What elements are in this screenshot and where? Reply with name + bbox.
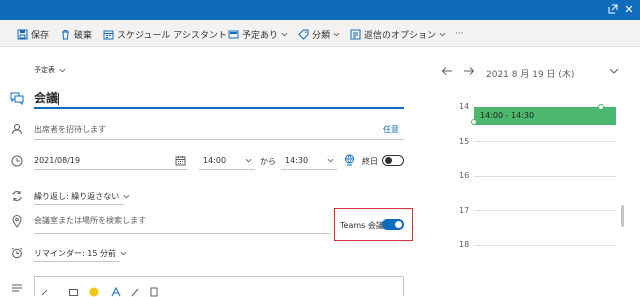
calendar-selector[interactable]: 予定表 (34, 65, 66, 75)
optional-attendees-link[interactable]: 任意 (383, 124, 399, 135)
reminder-dropdown[interactable]: リマインダー: 15 分前 (34, 248, 127, 259)
clock-icon (11, 155, 23, 167)
toolbar: 保存 破棄 スケジュール アシスタント 予定あり 分類 返信のオプション ··· (0, 20, 640, 47)
repeat-icon (12, 191, 22, 201)
chevron-down-icon (439, 32, 446, 36)
chevron-down-icon (281, 32, 288, 36)
popout-icon[interactable] (606, 4, 620, 16)
hour-label: 16 (459, 171, 470, 180)
end-time-select[interactable]: 14:30 (285, 156, 308, 165)
attendees-input[interactable]: 出席者を招待します (34, 124, 106, 135)
chevron-down-icon[interactable] (245, 157, 252, 164)
body-editor[interactable] (34, 276, 404, 297)
scheduling-assistant-button[interactable]: スケジュール アシスタント (103, 27, 227, 41)
chevron-down-icon (123, 194, 130, 199)
end-time-underline (281, 169, 337, 170)
start-date-input[interactable]: 2021/08/19 (34, 156, 80, 165)
calendar-label: 予定表 (34, 66, 55, 74)
hour-label: 15 (459, 137, 470, 146)
tag-icon (298, 29, 309, 40)
all-day-toggle[interactable] (382, 155, 404, 166)
categorize-label: 分類 (312, 30, 331, 41)
repeat-dropdown[interactable]: 繰り返し: 繰り返さない (34, 191, 130, 202)
image-icon[interactable] (69, 289, 78, 296)
title-underline (34, 107, 404, 109)
response-options-dropdown[interactable]: 返信のオプション (350, 27, 446, 41)
emoji-icon[interactable] (89, 287, 99, 297)
categorize-dropdown[interactable]: 分類 (298, 27, 340, 41)
reminder-label: リマインダー: 15 分前 (34, 249, 116, 258)
start-time-underline (199, 169, 255, 170)
response-options-icon (350, 29, 361, 39)
hour-line (474, 245, 616, 246)
hour-line (474, 210, 616, 211)
hour-label: 18 (459, 240, 470, 249)
teams-meeting-label: Teams 会議 (340, 221, 384, 230)
alarm-clock-icon (11, 247, 23, 259)
all-day-label: 終日 (362, 157, 378, 166)
event-title-text: 会議 (34, 91, 59, 105)
text-cursor (58, 92, 60, 105)
hour-label: 17 (459, 206, 470, 215)
busy-icon (228, 30, 239, 38)
calendar-scrollbar[interactable] (621, 205, 624, 227)
attendees-underline (34, 139, 404, 140)
toggle-knob (385, 157, 392, 164)
pen-icon[interactable] (131, 287, 139, 297)
brush-icon[interactable] (41, 288, 49, 296)
save-label: 保存 (31, 30, 50, 41)
event-time-label: 14:00 - 14:30 (480, 111, 535, 120)
location-input[interactable]: 会議室または場所を検索します (34, 215, 146, 226)
close-icon[interactable] (622, 4, 636, 16)
reminder-underline (34, 261, 120, 262)
scheduling-label: スケジュール アシスタント (117, 30, 227, 41)
date-underline (34, 169, 188, 170)
response-options-label: 返信のオプション (364, 30, 437, 41)
scheduling-icon (103, 30, 114, 39)
discard-label: 破棄 (74, 30, 93, 41)
repeat-label: 繰り返し: 繰り返さない (34, 192, 120, 201)
font-icon[interactable] (111, 287, 121, 297)
show-as-dropdown[interactable]: 予定あり (228, 27, 288, 41)
attach-icon[interactable] (150, 287, 158, 297)
save-button[interactable]: 保存 (17, 27, 49, 41)
event-title-input[interactable]: 会議 (34, 89, 60, 106)
toggle-knob (395, 221, 402, 228)
time-zone-icon[interactable] (344, 154, 355, 166)
to-label: から (260, 157, 276, 166)
hour-line (474, 141, 616, 142)
location-underline (34, 233, 330, 234)
chevron-down-icon[interactable] (327, 157, 334, 164)
hour-label: 14 (459, 102, 470, 111)
teams-meeting-toggle[interactable] (382, 219, 404, 230)
save-icon (17, 29, 28, 39)
chevron-down-icon (59, 68, 66, 72)
arrow-right-icon[interactable] (463, 66, 475, 76)
trash-icon (62, 29, 69, 39)
title-chat-icon (10, 92, 24, 105)
hour-line (474, 176, 616, 177)
title-bar (0, 0, 640, 20)
chevron-down-icon (120, 251, 127, 256)
arrow-left-icon[interactable] (441, 66, 453, 76)
calendar-picker-icon[interactable] (175, 155, 186, 166)
more-options-button[interactable]: ··· (455, 27, 464, 41)
calendar-date-label: 2021 8 月 19 日 (木) (486, 70, 575, 80)
start-time-select[interactable]: 14:00 (203, 156, 226, 165)
chevron-down-icon[interactable] (609, 67, 619, 75)
busy-label: 予定あり (242, 30, 279, 41)
resize-handle-bottom[interactable] (471, 119, 477, 125)
text-lines-icon (12, 284, 22, 292)
person-icon (12, 124, 22, 135)
resize-handle-top[interactable] (598, 104, 604, 110)
chevron-down-icon (333, 32, 340, 36)
calendar-event[interactable]: 14:00 - 14:30 (471, 104, 616, 125)
repeat-underline (34, 204, 124, 205)
discard-button[interactable]: 破棄 (60, 27, 92, 41)
location-icon (12, 215, 22, 228)
